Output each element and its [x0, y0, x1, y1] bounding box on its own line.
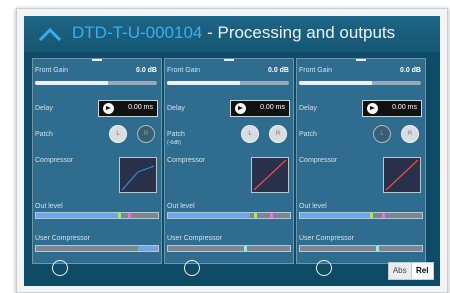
compressor-label: Compressor	[167, 157, 206, 164]
page-title: DTD-T-U-000104 - Processing and outputs	[72, 23, 395, 43]
front-gain-slider[interactable]	[35, 81, 157, 85]
out-level-meter	[35, 212, 159, 219]
out-level-label: Out level	[167, 203, 195, 210]
front-gain-value: 0.0 dB	[399, 67, 421, 74]
delay-input[interactable]: 0.00 ms	[362, 100, 422, 117]
chevron-up-icon[interactable]	[38, 28, 62, 42]
patch-left-button[interactable]: L	[373, 125, 391, 143]
patch-right-button[interactable]: R	[137, 125, 155, 143]
patch-label: Patch	[167, 131, 185, 138]
patch-right-button[interactable]: R	[401, 125, 419, 143]
user-compressor-label: User Compressor	[299, 235, 354, 242]
panel-header: DTD-T-U-000104 - Processing and outputs	[24, 16, 440, 52]
delay-label: Delay	[299, 105, 317, 112]
delay-value: 0.00 ms	[128, 104, 153, 111]
compressor-label: Compressor	[35, 157, 74, 164]
patch-sublabel: (-6dB)	[167, 140, 181, 146]
column-indicator	[356, 59, 366, 61]
delay-label: Delay	[35, 105, 53, 112]
rel-option[interactable]: Rel	[410, 263, 433, 279]
front-gain-slider[interactable]	[299, 81, 421, 85]
out-level-label: Out level	[299, 203, 327, 210]
front-gain-label: Front Gain	[35, 67, 69, 74]
select-circle-1[interactable]	[52, 260, 68, 276]
user-compressor-label: User Compressor	[167, 235, 222, 242]
play-icon	[367, 103, 378, 114]
output-column-3: Front Gain 0.0 dB Delay 0.00 ms Patch L …	[296, 58, 426, 264]
output-column-1: Front Gain 0.0 dB Delay 0.00 ms Patch L …	[32, 58, 162, 264]
user-compressor-meter	[35, 245, 159, 252]
out-level-label: Out level	[35, 203, 63, 210]
column-indicator	[224, 59, 234, 61]
patch-label: Patch	[35, 131, 53, 138]
user-compressor-label: User Compressor	[35, 235, 90, 242]
compressor-graph[interactable]	[119, 157, 157, 193]
user-compressor-meter	[299, 245, 423, 252]
delay-value: 0.00 ms	[392, 104, 417, 111]
output-column-2: Front Gain 0.0 dB Delay 0.00 ms Patch (-…	[164, 58, 294, 264]
column-indicator	[92, 59, 102, 61]
out-level-meter	[299, 212, 423, 219]
user-compressor-meter	[167, 245, 291, 252]
front-gain-label: Front Gain	[299, 67, 333, 74]
patch-right-button[interactable]: R	[269, 125, 287, 143]
device-code: DTD-T-U-000104	[72, 23, 203, 42]
compressor-graph[interactable]	[251, 157, 289, 193]
patch-left-button[interactable]: L	[241, 125, 259, 143]
play-icon	[235, 103, 246, 114]
front-gain-slider[interactable]	[167, 81, 289, 85]
delay-input[interactable]: 0.00 ms	[98, 100, 158, 117]
select-circle-2[interactable]	[184, 260, 200, 276]
front-gain-value: 0.0 dB	[135, 67, 157, 74]
delay-value: 0.00 ms	[260, 104, 285, 111]
processing-panel: DTD-T-U-000104 - Processing and outputs …	[24, 16, 440, 286]
front-gain-value: 0.0 dB	[267, 67, 289, 74]
out-level-meter	[167, 212, 291, 219]
front-gain-label: Front Gain	[167, 67, 201, 74]
patch-label: Patch	[299, 131, 317, 138]
abs-rel-toggle[interactable]: Abs Rel	[388, 262, 434, 280]
select-circle-3[interactable]	[316, 260, 332, 276]
compressor-graph[interactable]	[383, 157, 421, 193]
delay-label: Delay	[167, 105, 185, 112]
patch-left-button[interactable]: L	[109, 125, 127, 143]
abs-option[interactable]: Abs	[389, 263, 411, 279]
delay-input[interactable]: 0.00 ms	[230, 100, 290, 117]
title-suffix: - Processing and outputs	[202, 23, 396, 42]
compressor-label: Compressor	[299, 157, 338, 164]
play-icon	[103, 103, 114, 114]
